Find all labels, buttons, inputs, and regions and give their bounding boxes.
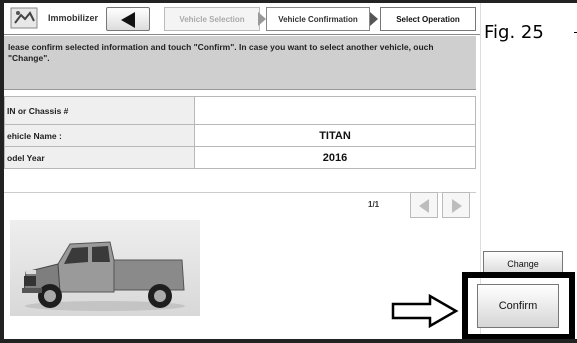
figure-label: Fig. 25 [484,22,544,43]
model-year-value: 2016 [194,146,476,169]
back-arrow-icon [121,12,135,28]
app-title: Immobilizer [48,13,99,23]
instruction-text: lease confirm selected information and t… [8,42,434,63]
chevron-left-icon [419,199,429,213]
app-window: Immobilizer Vehicle Selection Vehicle Co… [0,0,577,343]
table-row: IN or Chassis # [4,96,476,125]
pickup-truck-icon [22,241,185,311]
vehicle-info-table: IN or Chassis # ehicle Name : TITAN odel… [4,96,476,169]
table-row: odel Year 2016 [4,146,476,169]
confirm-button[interactable]: Confirm [477,284,559,328]
vehicle-name-label: ehicle Name : [4,124,195,147]
back-button[interactable] [106,7,150,31]
breadcrumb-select-operation[interactable]: Select Operation [380,7,476,31]
chevron-right-icon [452,199,462,213]
prev-page-button[interactable] [410,192,438,218]
table-row: ehicle Name : TITAN [4,124,476,147]
vehicle-name-value: TITAN [194,124,476,147]
breadcrumb-separator-icon [370,12,378,26]
breadcrumb-separator-icon [258,12,266,26]
breadcrumb-vehicle-confirmation[interactable]: Vehicle Confirmation [266,7,370,31]
vin-value [194,96,476,125]
vehicle-image [10,220,200,316]
model-year-label: odel Year [4,146,195,169]
arrow-right-pointer-icon [391,293,459,329]
divider [4,192,476,193]
vin-label: IN or Chassis # [4,96,195,125]
window-bottom-border [0,339,577,343]
instruction-panel: lease confirm selected information and t… [4,36,476,90]
breadcrumb-vehicle-selection[interactable]: Vehicle Selection [164,7,260,31]
page-indicator: 1/1 [368,200,380,209]
toolbar: Immobilizer Vehicle Selection Vehicle Co… [4,3,480,35]
next-page-button[interactable] [442,192,470,218]
immobilizer-app-icon [10,7,38,29]
